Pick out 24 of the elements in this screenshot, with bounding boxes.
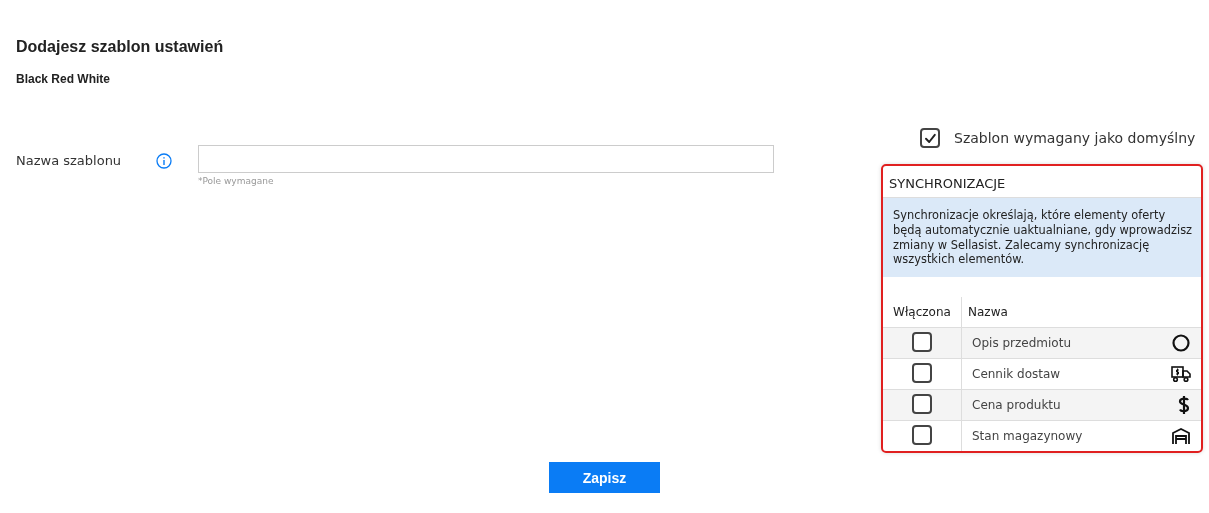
page-title: Dodajesz szablon ustawień (16, 38, 225, 56)
sync-item-name: Stan magazynowy (972, 429, 1083, 444)
column-header: Nazwa (961, 297, 1149, 328)
sync-item-name: Cena produktu (972, 398, 1061, 413)
truck-icon (1171, 365, 1191, 384)
page-subtitle: Black Red White (16, 72, 111, 86)
circle-icon (1171, 333, 1191, 354)
default-checkbox[interactable] (920, 128, 940, 148)
field-label: Nazwa szablonu (16, 152, 123, 168)
sync-item-name: Cennik dostaw (972, 367, 1061, 382)
required-hint: *Pole wymagane (198, 176, 274, 186)
sync-item-name: Opis przedmiotu (972, 336, 1071, 351)
checkbox-label: Szablon wymagany jako domyślny (954, 130, 1196, 146)
warehouse-icon (1171, 427, 1191, 446)
save-button[interactable]: Zapisz (549, 462, 660, 493)
template-name-field[interactable] (198, 145, 774, 173)
info-icon[interactable] (156, 153, 172, 169)
info-message: Synchronizacje określają, które elementy oferty będą automatycznie uaktualniane, gdy wprowadzisz zmiany w Sellasist. Zalecamy synchronizację wszystkich elementów. (883, 198, 1201, 278)
sync-checkbox[interactable] (912, 362, 932, 383)
sync-checkbox[interactable] (912, 331, 932, 352)
sync-checkbox[interactable] (912, 424, 932, 445)
dollar-icon (1177, 395, 1191, 416)
column-header: Włączona (883, 297, 962, 328)
sync-checkbox[interactable] (912, 393, 932, 414)
